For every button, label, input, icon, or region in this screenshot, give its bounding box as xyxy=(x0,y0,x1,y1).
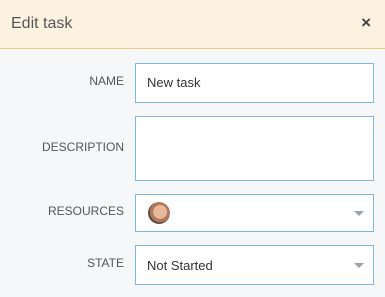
name-input[interactable] xyxy=(147,75,357,90)
description-field-container xyxy=(135,116,374,181)
dialog-header: Edit task × xyxy=(0,0,385,49)
resources-select[interactable] xyxy=(135,194,374,232)
state-select[interactable]: Not Started xyxy=(135,245,374,285)
name-field-container xyxy=(135,63,374,103)
dialog-title: Edit task xyxy=(11,15,73,32)
chevron-down-icon[interactable] xyxy=(354,263,364,268)
state-value: Not Started xyxy=(147,258,213,273)
state-label: STATE xyxy=(87,256,124,270)
name-label: NAME xyxy=(89,74,124,88)
resource-avatar xyxy=(148,202,170,224)
chevron-down-icon[interactable] xyxy=(354,211,364,216)
description-label: DESCRIPTION xyxy=(41,140,124,154)
edit-task-dialog: Edit task × NAME DESCRIPTION RESOURCES S… xyxy=(0,0,385,297)
description-textarea[interactable] xyxy=(136,117,373,180)
close-icon[interactable]: × xyxy=(361,13,371,33)
resources-label: RESOURCES xyxy=(47,204,124,218)
